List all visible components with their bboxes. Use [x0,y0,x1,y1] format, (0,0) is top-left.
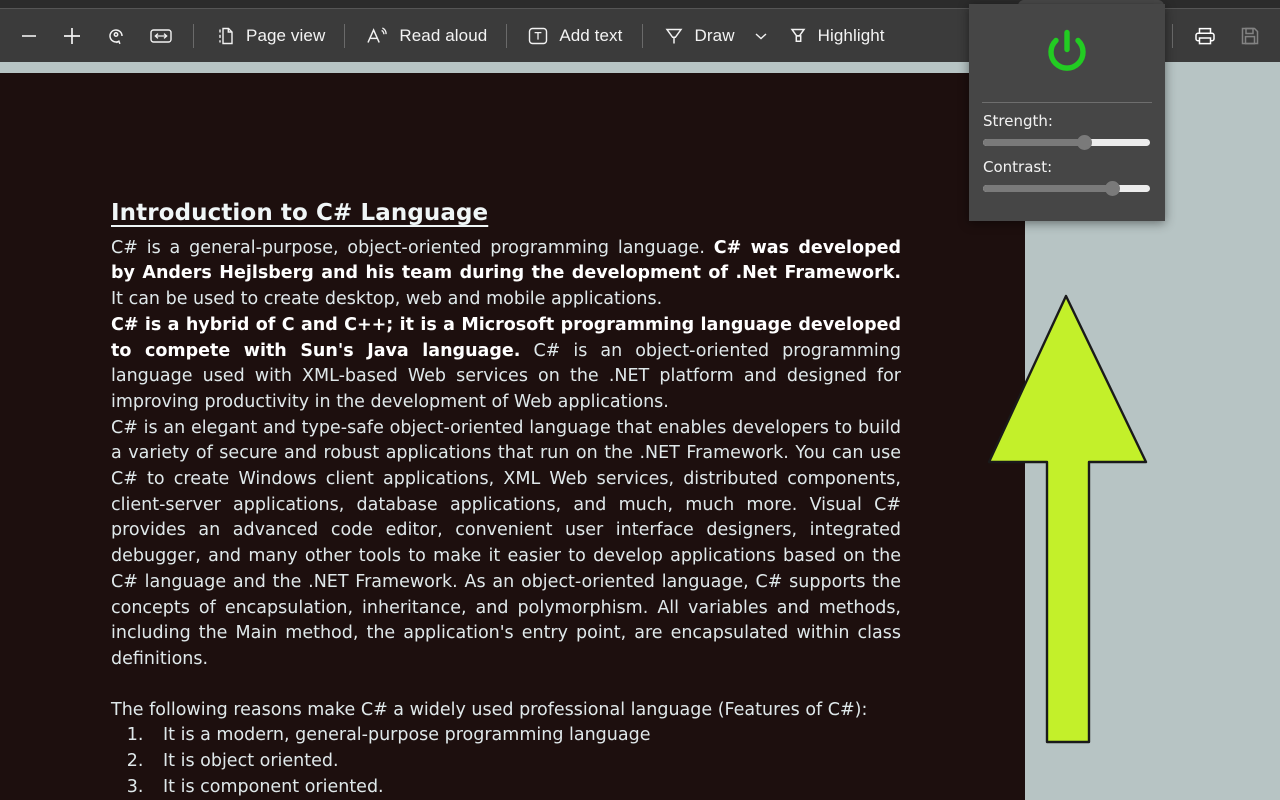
highlight-button[interactable]: Highlight [777,16,895,56]
read-aloud-icon [364,24,390,48]
list-item: It is a modern, general-purpose programm… [149,723,901,749]
slider-fill [983,139,1085,146]
pdf-reader-window: Page view Read aloud Add text Draw Highl… [0,0,1280,800]
features-intro: The following reasons make C# a widely u… [111,699,868,720]
plus-icon [60,24,84,48]
toolbar-separator [344,23,346,48]
strength-label: Strength: [983,112,1053,130]
document-paragraph: C# is an elegant and type-safe object-or… [111,416,901,673]
fit-to-width-button[interactable] [138,16,184,56]
list-item: It is object oriented. [149,749,901,775]
save-button[interactable] [1228,16,1272,56]
toolbar-separator [641,23,643,48]
zoom-in-button[interactable] [50,16,94,56]
popup-divider [982,102,1152,103]
printer-icon [1192,24,1218,48]
list-item: It is component oriented. [149,775,901,800]
minus-icon [18,25,40,47]
page-view-icon [213,24,237,48]
toolbar-separator [1172,23,1173,48]
fit-width-icon [148,25,174,47]
toolbar-separator [506,23,508,48]
strength-slider[interactable] [983,135,1150,150]
strength-control: Strength: [969,112,1165,150]
contrast-control: Contrast: [969,158,1165,196]
slider-fill [983,185,1113,192]
document-page[interactable]: Introduction to C# Language C# is a gene… [0,73,1025,800]
slider-thumb[interactable] [1104,181,1120,196]
document-paragraph: C# is a general-purpose, object-oriented… [111,236,901,313]
contrast-slider[interactable] [983,181,1150,196]
toolbar-separator [193,23,194,48]
print-button[interactable] [1182,16,1228,56]
contrast-label: Contrast: [983,158,1053,176]
add-text-button[interactable]: Add text [516,16,632,56]
rotate-icon [104,24,128,48]
power-icon [1039,25,1095,81]
page-view-label: Page view [246,25,326,45]
zoom-out-button[interactable] [8,16,50,56]
document-content: Introduction to C# Language C# is a gene… [111,200,901,800]
add-text-label: Add text [559,25,623,45]
draw-options-dropdown[interactable] [745,16,777,56]
document-paragraph: C# is a hybrid of C and C++; it is a Mic… [111,313,901,416]
rotate-button[interactable] [94,16,138,56]
save-disk-icon [1238,24,1262,48]
draw-button[interactable]: Draw [652,16,745,56]
highlight-label: Highlight [817,25,885,45]
highlighter-icon [787,24,809,48]
display-settings-popup[interactable]: Strength: Contrast: [969,4,1165,221]
draw-label: Draw [694,25,735,45]
paragraph-run: C# is an elegant and type-safe object-or… [111,417,901,669]
read-aloud-button[interactable]: Read aloud [354,16,497,56]
add-text-icon [526,25,550,47]
read-aloud-label: Read aloud [399,25,488,45]
slider-thumb[interactable] [1077,135,1093,150]
draw-pen-icon [662,24,686,48]
page-view-button[interactable]: Page view [203,16,335,56]
paragraph-run: It can be used to create desktop, web an… [111,289,663,310]
paragraph-run: C# is a general-purpose, object-oriented… [111,237,714,258]
page-title: Introduction to C# Language [111,200,489,226]
features-list: It is a modern, general-purpose programm… [149,723,901,800]
chevron-down-icon [751,26,771,46]
power-toggle-button[interactable] [969,4,1165,102]
